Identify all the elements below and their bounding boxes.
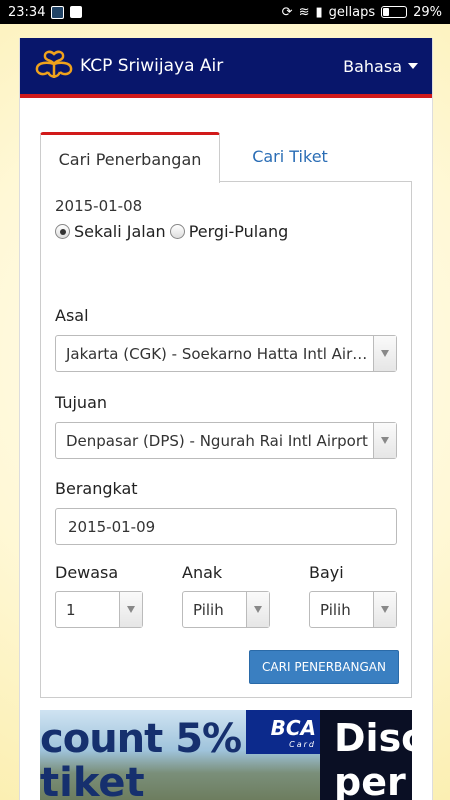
search-flight-button[interactable]: CARI PENERBANGAN — [249, 650, 399, 684]
radio-pergi-pulang[interactable] — [169, 224, 185, 239]
adult-select[interactable]: 1 — [55, 591, 143, 628]
origin-label: Asal — [55, 306, 89, 325]
infant-value: Pilih — [320, 600, 351, 619]
radio-sekali-jalan[interactable] — [55, 224, 70, 239]
origin-value: Jakarta (CGK) - Soekarno Hatta Intl Airp… — [66, 344, 373, 363]
signal-icon: ▮ — [315, 4, 323, 20]
dropdown-arrow-icon — [246, 592, 269, 627]
departure-date-input[interactable]: 2015-01-09 — [55, 508, 397, 545]
banner-text-line2: tiket — [40, 760, 145, 800]
radio-label-pergi-pulang: Pergi-Pulang — [188, 222, 289, 241]
status-time: 23:34 — [8, 4, 46, 20]
infant-select[interactable]: Pilih — [309, 591, 397, 628]
page-card: KCP Sriwijaya Air Bahasa Cari Penerbanga… — [19, 38, 433, 800]
destination-value: Denpasar (DPS) - Ngurah Rai Intl Airport — [66, 431, 368, 450]
banner-right-line1: Disc — [334, 716, 412, 760]
adult-label: Dewasa — [55, 563, 119, 582]
sync-icon: ⟳ — [281, 4, 293, 20]
adult-value: 1 — [66, 600, 76, 619]
tab-bar: Cari Penerbangan Cari Tiket — [40, 132, 412, 183]
language-label: Bahasa — [343, 56, 402, 76]
dropdown-arrow-icon — [373, 592, 396, 627]
banner-right-line2: per — [334, 760, 406, 800]
dropdown-arrow-icon — [119, 592, 142, 627]
search-form-panel: 2015-01-08 Sekali Jalan Pergi-Pulang Asa… — [40, 181, 412, 698]
bca-logo: BCA Card — [246, 710, 320, 754]
language-dropdown[interactable]: Bahasa — [343, 57, 418, 76]
departure-label: Berangkat — [55, 479, 138, 498]
destination-label: Tujuan — [55, 393, 108, 412]
sriwijaya-logo-icon — [35, 50, 73, 78]
bca-card-label: Card — [289, 739, 316, 749]
child-label: Anak — [182, 563, 223, 582]
status-bar: 23:34 ⟳ ≋ ▮ gellaps 29% — [0, 0, 450, 24]
wifi-icon: ≋ — [298, 4, 310, 20]
battery-percent: 29% — [413, 4, 442, 20]
promo-banner[interactable]: count 5% tiket BCA Card Disc per — [40, 710, 412, 800]
child-select[interactable]: Pilih — [182, 591, 270, 628]
caret-down-icon — [408, 63, 418, 69]
carrier-label: gellaps — [328, 4, 376, 20]
child-value: Pilih — [193, 600, 224, 619]
infant-label: Bayi — [309, 563, 344, 582]
dropdown-arrow-icon — [373, 336, 396, 371]
app-title: KCP Sriwijaya Air — [80, 56, 224, 76]
banner-text-line1: count 5% — [40, 716, 242, 762]
bca-brand: BCA — [270, 715, 316, 740]
message-icon — [70, 6, 83, 18]
radio-label-sekali-jalan: Sekali Jalan — [74, 222, 166, 241]
trip-type-group: Sekali Jalan Pergi-Pulang — [55, 222, 288, 241]
notification-icon — [51, 5, 65, 19]
app-header: KCP Sriwijaya Air Bahasa — [20, 38, 432, 98]
tab-cari-penerbangan[interactable]: Cari Penerbangan — [40, 132, 220, 183]
destination-select[interactable]: Denpasar (DPS) - Ngurah Rai Intl Airport — [55, 422, 397, 459]
origin-select[interactable]: Jakarta (CGK) - Soekarno Hatta Intl Airp… — [55, 335, 397, 372]
tab-cari-tiket[interactable]: Cari Tiket — [220, 132, 360, 180]
dropdown-arrow-icon — [373, 423, 396, 458]
battery-icon — [381, 6, 408, 18]
current-date: 2015-01-08 — [55, 197, 143, 215]
